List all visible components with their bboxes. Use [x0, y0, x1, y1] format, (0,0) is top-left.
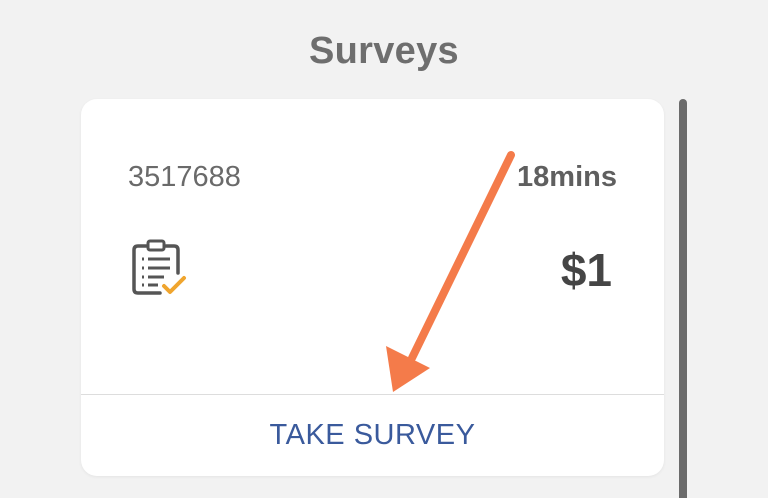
clipboard-check-icon: [132, 239, 186, 295]
take-survey-button[interactable]: TAKE SURVEY: [81, 395, 664, 476]
survey-card: 3517688 18mins $1 TAKE SURVEY: [81, 99, 664, 476]
survey-reward: $1: [560, 244, 612, 296]
survey-duration: 18mins: [517, 161, 617, 193]
page-title: Surveys: [309, 30, 459, 72]
scrollbar[interactable]: [679, 99, 687, 498]
survey-id: 3517688: [128, 161, 241, 193]
